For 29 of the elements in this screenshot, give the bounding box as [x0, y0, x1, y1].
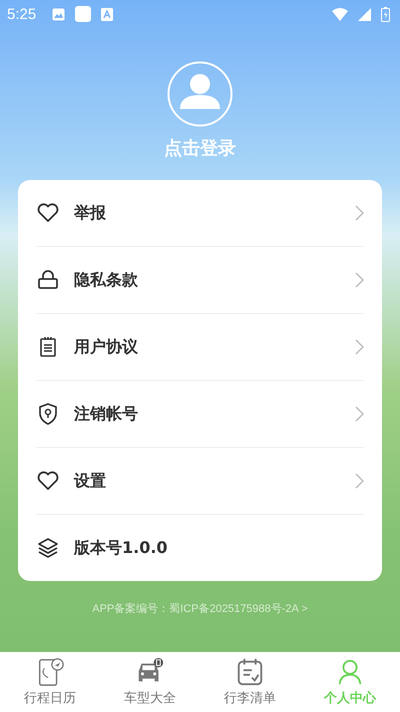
- tab[interactable]: 行李清单: [200, 652, 300, 712]
- square-icon: [75, 6, 92, 22]
- status-time: 5:25: [7, 6, 36, 22]
- tab[interactable]: 车型大全: [100, 652, 200, 712]
- menu-item[interactable]: 设置: [36, 448, 364, 515]
- menu-item[interactable]: 版本号1.0.0: [36, 515, 364, 581]
- wifi-icon: [332, 8, 348, 20]
- menu-label: 注销帐号: [74, 404, 139, 424]
- menu-item[interactable]: 举报: [36, 180, 364, 247]
- layers-icon: [36, 536, 60, 560]
- menu-label: 版本号1.0.0: [74, 538, 169, 558]
- menu-label: 隐私条款: [74, 270, 139, 290]
- menu-label: 举报: [74, 202, 107, 224]
- menu-label: 设置: [74, 470, 107, 492]
- menu-item[interactable]: 注销帐号: [36, 381, 364, 448]
- font-icon: [101, 8, 114, 20]
- menu-label: 用户协议: [74, 336, 139, 358]
- heart-icon: [36, 201, 60, 225]
- gallery-icon: [52, 8, 66, 20]
- heart-icon: [36, 469, 60, 493]
- menu-item[interactable]: 隐私条款: [36, 247, 364, 314]
- battery-icon: [381, 6, 390, 22]
- lock-icon: [36, 268, 60, 292]
- menu-item[interactable]: 用户协议: [36, 314, 364, 381]
- signal-icon: [358, 8, 371, 20]
- shield-icon: [36, 402, 60, 426]
- calendar-check-icon: [235, 657, 265, 687]
- tab[interactable]: 行程日历: [0, 652, 100, 712]
- avatar-icon[interactable]: [167, 61, 233, 127]
